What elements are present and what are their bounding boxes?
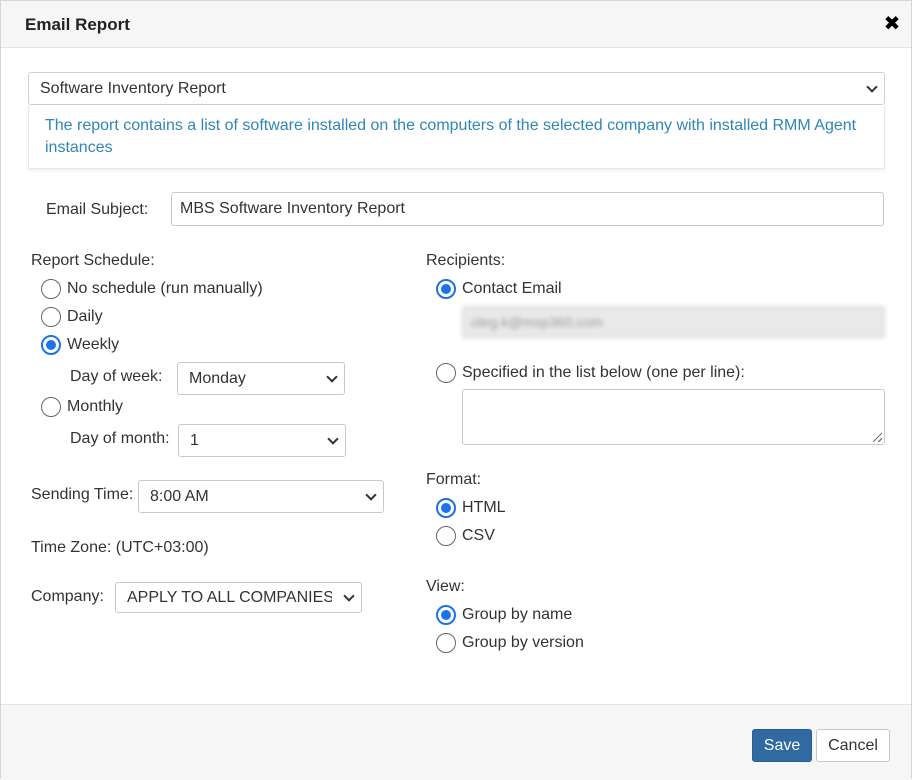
report-type-value: Software Inventory Report (40, 80, 226, 97)
report-type-select[interactable]: Software Inventory Report (28, 72, 885, 105)
schedule-option-label: Monthly (67, 398, 124, 415)
contact-email-field: oleg.k@msp360.com (462, 306, 885, 338)
email-subject-label: Email Subject: (46, 201, 149, 218)
radio-monthly[interactable] (41, 397, 61, 417)
schedule-option-monthly[interactable]: Monthly (41, 395, 141, 419)
radio-csv[interactable] (436, 526, 456, 546)
radio-html[interactable] (436, 498, 456, 518)
chevron-down-icon (866, 80, 878, 93)
radio-contact-email[interactable] (436, 279, 456, 299)
email-subject-input[interactable]: MBS Software Inventory Report (171, 192, 884, 226)
day-of-month-value: 1 (190, 432, 199, 449)
schedule-option-label: Daily (67, 308, 103, 325)
recipients-option-label: Contact Email (462, 280, 562, 297)
radio-none[interactable] (41, 279, 61, 299)
report-schedule-label: Report Schedule: (31, 252, 155, 269)
view-option-group-by-name[interactable]: Group by name (436, 603, 596, 627)
format-option-label: CSV (462, 527, 495, 544)
radio-group-by-name[interactable] (436, 605, 456, 625)
day-of-week-label: Day of week: (70, 368, 163, 385)
schedule-option-label: No schedule (run manually) (67, 280, 263, 297)
company-select[interactable]: APPLY TO ALL COMPANIES (ALL) (115, 582, 362, 613)
company-value: APPLY TO ALL COMPANIES (ALL) (127, 589, 332, 606)
schedule-option-daily[interactable]: Daily (41, 305, 141, 329)
sending-time-select[interactable]: 8:00 AM (138, 480, 384, 513)
radio-weekly[interactable] (41, 335, 61, 355)
recipients-option-contact-email[interactable]: Contact Email (436, 277, 576, 301)
schedule-option-label: Weekly (67, 336, 120, 353)
radio-group-by-version[interactable] (436, 633, 456, 653)
recipients-option-label: Specified in the list below (one per lin… (462, 364, 745, 381)
view-option-label: Group by name (462, 606, 573, 623)
sending-time-value: 8:00 AM (150, 488, 209, 505)
format-label: Format: (426, 471, 482, 488)
time-zone-text: Time Zone: (UTC+03:00) (31, 539, 209, 556)
view-option-group-by-version[interactable]: Group by version (436, 631, 606, 655)
report-description-box: The report contains a list of software i… (28, 105, 885, 169)
schedule-option-weekly[interactable]: Weekly (41, 333, 141, 357)
company-label: Company: (31, 588, 104, 605)
close-icon[interactable]: ✖ (883, 13, 901, 35)
format-option-label: HTML (462, 499, 506, 516)
email-report-dialog: Email Report ✖ Software Inventory Report… (0, 0, 912, 780)
format-option-html[interactable]: HTML (436, 496, 526, 520)
sending-time-label: Sending Time: (31, 486, 134, 503)
format-option-csv[interactable]: CSV (436, 524, 526, 548)
chevron-down-icon (365, 488, 377, 501)
radio-daily[interactable] (41, 307, 61, 327)
radio-specified-list[interactable] (436, 363, 456, 383)
schedule-option-none[interactable]: No schedule (run manually) (41, 277, 281, 301)
save-button[interactable]: Save (752, 729, 812, 762)
recipients-option-specified[interactable]: Specified in the list below (one per lin… (436, 361, 766, 385)
day-of-week-select[interactable]: Monday (177, 362, 345, 395)
day-of-month-label: Day of month: (70, 430, 170, 447)
cancel-button[interactable]: Cancel (816, 729, 890, 762)
chevron-down-icon (326, 370, 338, 383)
recipients-list-textarea[interactable] (462, 389, 885, 445)
dialog-header: Email Report ✖ (1, 1, 911, 48)
recipients-label: Recipients: (426, 252, 506, 269)
view-label: View: (426, 578, 465, 595)
view-option-label: Group by version (462, 634, 584, 651)
dialog-footer: Save Cancel (1, 704, 911, 780)
chevron-down-icon (343, 589, 355, 602)
chevron-down-icon (327, 432, 339, 445)
resize-handle-icon[interactable] (873, 433, 882, 442)
day-of-month-select[interactable]: 1 (178, 424, 346, 457)
report-description: The report contains a list of software i… (45, 117, 857, 156)
dialog-title: Email Report (25, 15, 130, 34)
day-of-week-value: Monday (189, 370, 246, 387)
